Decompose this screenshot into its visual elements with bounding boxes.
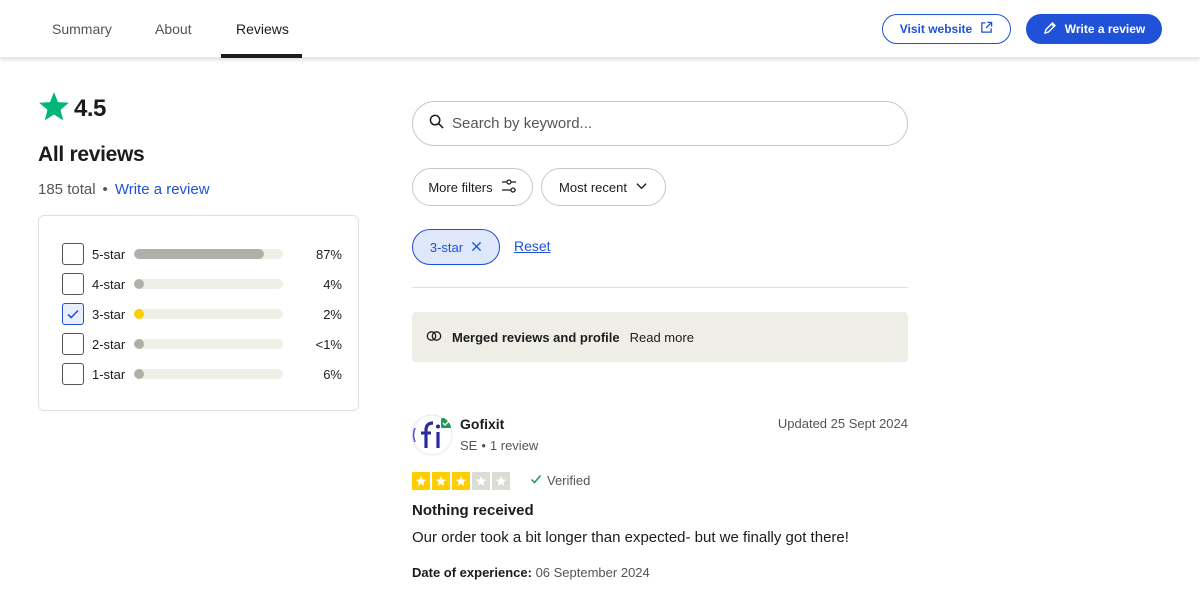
avatar[interactable] xyxy=(411,414,453,456)
check-icon xyxy=(530,473,542,488)
reviewer-count: 1 review xyxy=(489,438,539,453)
divider xyxy=(412,287,908,288)
external-link-icon xyxy=(980,21,993,37)
write-review-button[interactable]: Write a review xyxy=(1026,14,1162,44)
top-navigation: Summary About Reviews Visit website Writ… xyxy=(0,0,1200,58)
bar-fill xyxy=(134,309,144,319)
bar-fill xyxy=(134,249,264,259)
reviewer-meta: SE • 1 review xyxy=(460,438,539,453)
notice-title: Merged reviews and profile xyxy=(452,329,620,345)
bar-track xyxy=(134,339,283,349)
read-more-link[interactable]: Read more xyxy=(630,330,694,345)
filter-3-star[interactable]: 3-star 2% xyxy=(62,302,342,326)
checkbox[interactable] xyxy=(62,363,84,385)
search-box[interactable] xyxy=(412,101,908,146)
active-filter-chip[interactable]: 3-star xyxy=(412,229,500,265)
merged-rings-icon xyxy=(426,330,442,345)
filter-5-star[interactable]: 5-star 87% xyxy=(62,242,342,266)
bar-track xyxy=(134,249,283,259)
write-review-link[interactable]: Write a review xyxy=(115,181,210,198)
bar-track xyxy=(134,369,283,379)
filter-1-star[interactable]: 1-star 6% xyxy=(62,362,342,386)
bar-track xyxy=(134,309,283,319)
more-filters-button[interactable]: More filters xyxy=(412,168,533,206)
rating-value: 4.5 xyxy=(74,94,106,122)
search-icon xyxy=(429,114,444,134)
tab-summary[interactable]: Summary xyxy=(52,0,112,58)
review-body: Our order took a bit longer than expecte… xyxy=(412,529,849,546)
star-empty-icon xyxy=(492,472,510,490)
verified-badge: Verified xyxy=(530,473,590,488)
sort-dropdown[interactable]: Most recent xyxy=(541,168,666,206)
filter-2-star[interactable]: 2-star <1% xyxy=(62,332,342,356)
chevron-down-icon xyxy=(635,179,648,195)
review-date: Updated 25 Sept 2024 xyxy=(777,416,908,431)
star-filled-icon xyxy=(452,472,470,490)
bar-fill xyxy=(134,339,144,349)
tab-about[interactable]: About xyxy=(155,0,192,58)
total-count: 185 total xyxy=(38,181,96,198)
checkbox[interactable] xyxy=(62,243,84,265)
filter-sliders-icon xyxy=(501,178,517,197)
checkbox-checked[interactable] xyxy=(62,303,84,325)
checkbox[interactable] xyxy=(62,333,84,355)
star-empty-icon xyxy=(472,472,490,490)
review-stars xyxy=(412,472,510,490)
active-tab-indicator xyxy=(221,54,302,58)
overall-rating: 4.5 xyxy=(38,90,106,127)
checkbox[interactable] xyxy=(62,273,84,295)
reviewer-name[interactable]: Gofixit xyxy=(460,416,504,432)
merged-profile-notice: Merged reviews and profile Read more xyxy=(412,312,908,362)
visit-website-button[interactable]: Visit website xyxy=(882,14,1011,44)
rating-distribution: 5-star 87% 4-star 4% 3-star 2% 2-star <1… xyxy=(38,215,359,411)
date-of-experience: Date of experience: 06 September 2024 xyxy=(412,565,650,580)
bar-track xyxy=(134,279,283,289)
bar-fill xyxy=(134,369,144,379)
close-icon[interactable] xyxy=(471,240,482,255)
tab-reviews[interactable]: Reviews xyxy=(236,0,289,58)
star-filled-icon xyxy=(412,472,430,490)
search-input[interactable] xyxy=(452,115,872,132)
gofixit-logo-icon xyxy=(411,414,453,456)
review-totals: 185 total • Write a review xyxy=(38,181,210,198)
reviewer-country: SE xyxy=(460,438,478,453)
review-title[interactable]: Nothing received xyxy=(412,502,534,519)
bar-fill xyxy=(134,279,144,289)
separator-dot: • xyxy=(102,181,108,198)
all-reviews-heading: All reviews xyxy=(38,143,145,166)
filter-4-star[interactable]: 4-star 4% xyxy=(62,272,342,296)
trust-star-icon xyxy=(38,90,70,127)
pencil-icon xyxy=(1043,21,1057,38)
checkmark-icon xyxy=(67,309,79,319)
star-filled-icon xyxy=(432,472,450,490)
reset-filters-link[interactable]: Reset xyxy=(514,238,551,254)
